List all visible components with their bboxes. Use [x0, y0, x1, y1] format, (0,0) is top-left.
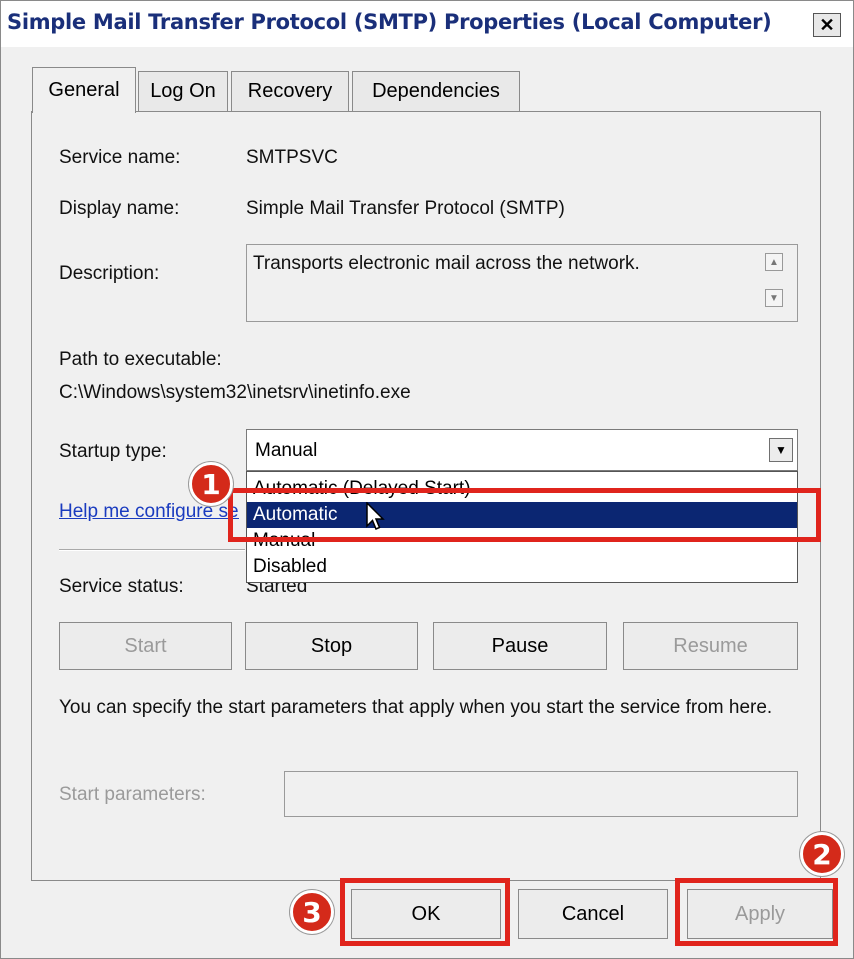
step-1-badge: 1 — [189, 462, 233, 506]
startup-type-value: Manual — [255, 440, 318, 461]
pause-button[interactable]: Pause — [433, 622, 607, 670]
title-bar[interactable]: Simple Mail Transfer Protocol (SMTP) Pro… — [1, 1, 853, 47]
start-parameters-input[interactable] — [284, 771, 798, 817]
tab-log-on-label: Log On — [150, 80, 216, 102]
tab-general[interactable]: General — [32, 67, 136, 113]
close-icon: ✕ — [819, 14, 835, 35]
tab-dependencies-label: Dependencies — [372, 80, 500, 102]
cancel-button[interactable]: Cancel — [518, 889, 668, 939]
chevron-down-icon[interactable]: ▼ — [769, 438, 793, 462]
annotation-box-apply — [675, 878, 838, 946]
start-parameters-hint: You can specify the start parameters tha… — [59, 697, 773, 718]
tab-recovery[interactable]: Recovery — [231, 71, 349, 111]
description-label: Description: — [59, 263, 160, 284]
tab-general-label: General — [48, 79, 120, 101]
startup-type-label: Startup type: — [59, 441, 167, 462]
scroll-down-icon[interactable]: ▼ — [765, 289, 783, 307]
step-2-badge: 2 — [800, 832, 844, 876]
path-value: C:\Windows\system32\inetsrv\inetinfo.exe — [59, 382, 411, 403]
stop-button[interactable]: Stop — [245, 622, 418, 670]
resume-button[interactable]: Resume — [623, 622, 798, 670]
scroll-up-icon[interactable]: ▲ — [765, 253, 783, 271]
option-disabled[interactable]: Disabled — [247, 554, 797, 580]
display-name-label: Display name: — [59, 198, 180, 219]
annotation-box-automatic — [228, 488, 821, 542]
description-textbox[interactable]: Transports electronic mail across the ne… — [246, 244, 798, 322]
mouse-cursor-icon — [366, 502, 385, 530]
tab-recovery-label: Recovery — [247, 80, 333, 102]
tab-log-on[interactable]: Log On — [138, 71, 228, 111]
tab-dependencies[interactable]: Dependencies — [352, 71, 520, 111]
dialog-title: Simple Mail Transfer Protocol (SMTP) Pro… — [7, 10, 772, 34]
startup-type-select[interactable]: Manual ▼ — [246, 429, 798, 471]
start-parameters-label: Start parameters: — [59, 784, 206, 805]
service-status-label: Service status: — [59, 576, 184, 597]
path-label: Path to executable: — [59, 349, 222, 370]
service-name-value: SMTPSVC — [246, 147, 338, 168]
close-button[interactable]: ✕ — [813, 13, 841, 37]
annotation-box-ok — [340, 878, 510, 946]
separator — [59, 549, 245, 551]
properties-dialog: Simple Mail Transfer Protocol (SMTP) Pro… — [0, 0, 854, 959]
start-button[interactable]: Start — [59, 622, 232, 670]
step-3-badge: 3 — [290, 890, 334, 934]
service-name-label: Service name: — [59, 147, 181, 168]
display-name-value: Simple Mail Transfer Protocol (SMTP) — [246, 198, 565, 219]
description-value: Transports electronic mail across the ne… — [253, 253, 640, 274]
